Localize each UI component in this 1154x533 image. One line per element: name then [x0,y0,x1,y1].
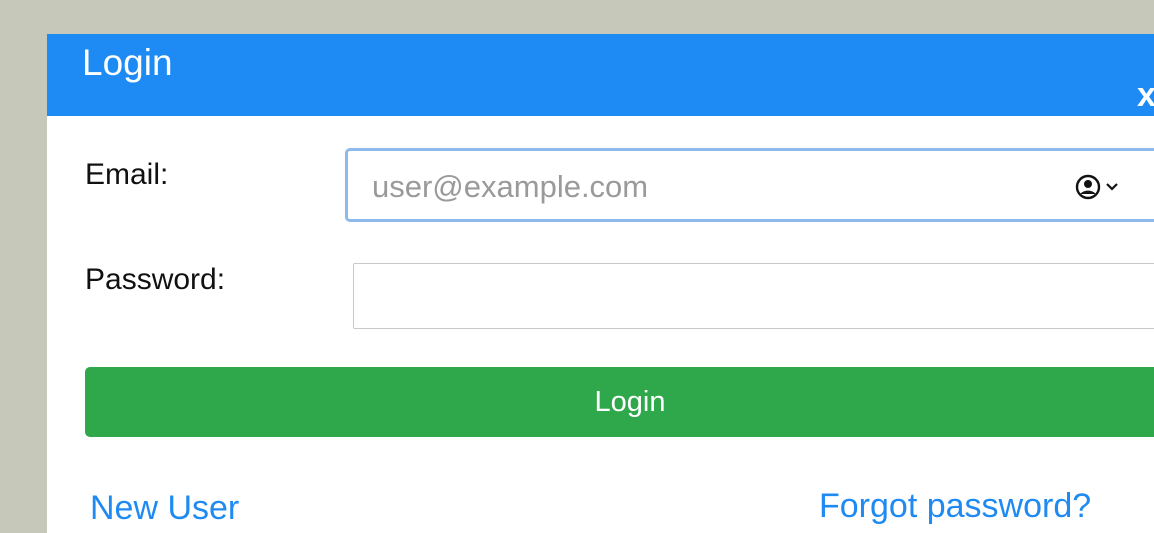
autofill-button[interactable] [1075,170,1119,204]
forgot-password-link[interactable]: Forgot password? [819,486,1091,526]
close-icon[interactable]: x [1137,78,1154,112]
password-label: Password: [85,263,226,296]
new-user-link[interactable]: New User [90,488,239,528]
password-field[interactable] [353,263,1154,329]
email-input[interactable] [372,167,1012,207]
email-label: Email: [85,158,169,191]
login-dialog: Login x Email: Password: Login New User … [47,34,1154,533]
dialog-title: Login [82,42,173,83]
user-circle-icon [1075,174,1101,200]
dialog-titlebar: Login x [47,34,1154,116]
chevron-down-icon [1106,183,1118,191]
login-button[interactable]: Login [85,367,1154,437]
email-field[interactable] [345,148,1154,222]
